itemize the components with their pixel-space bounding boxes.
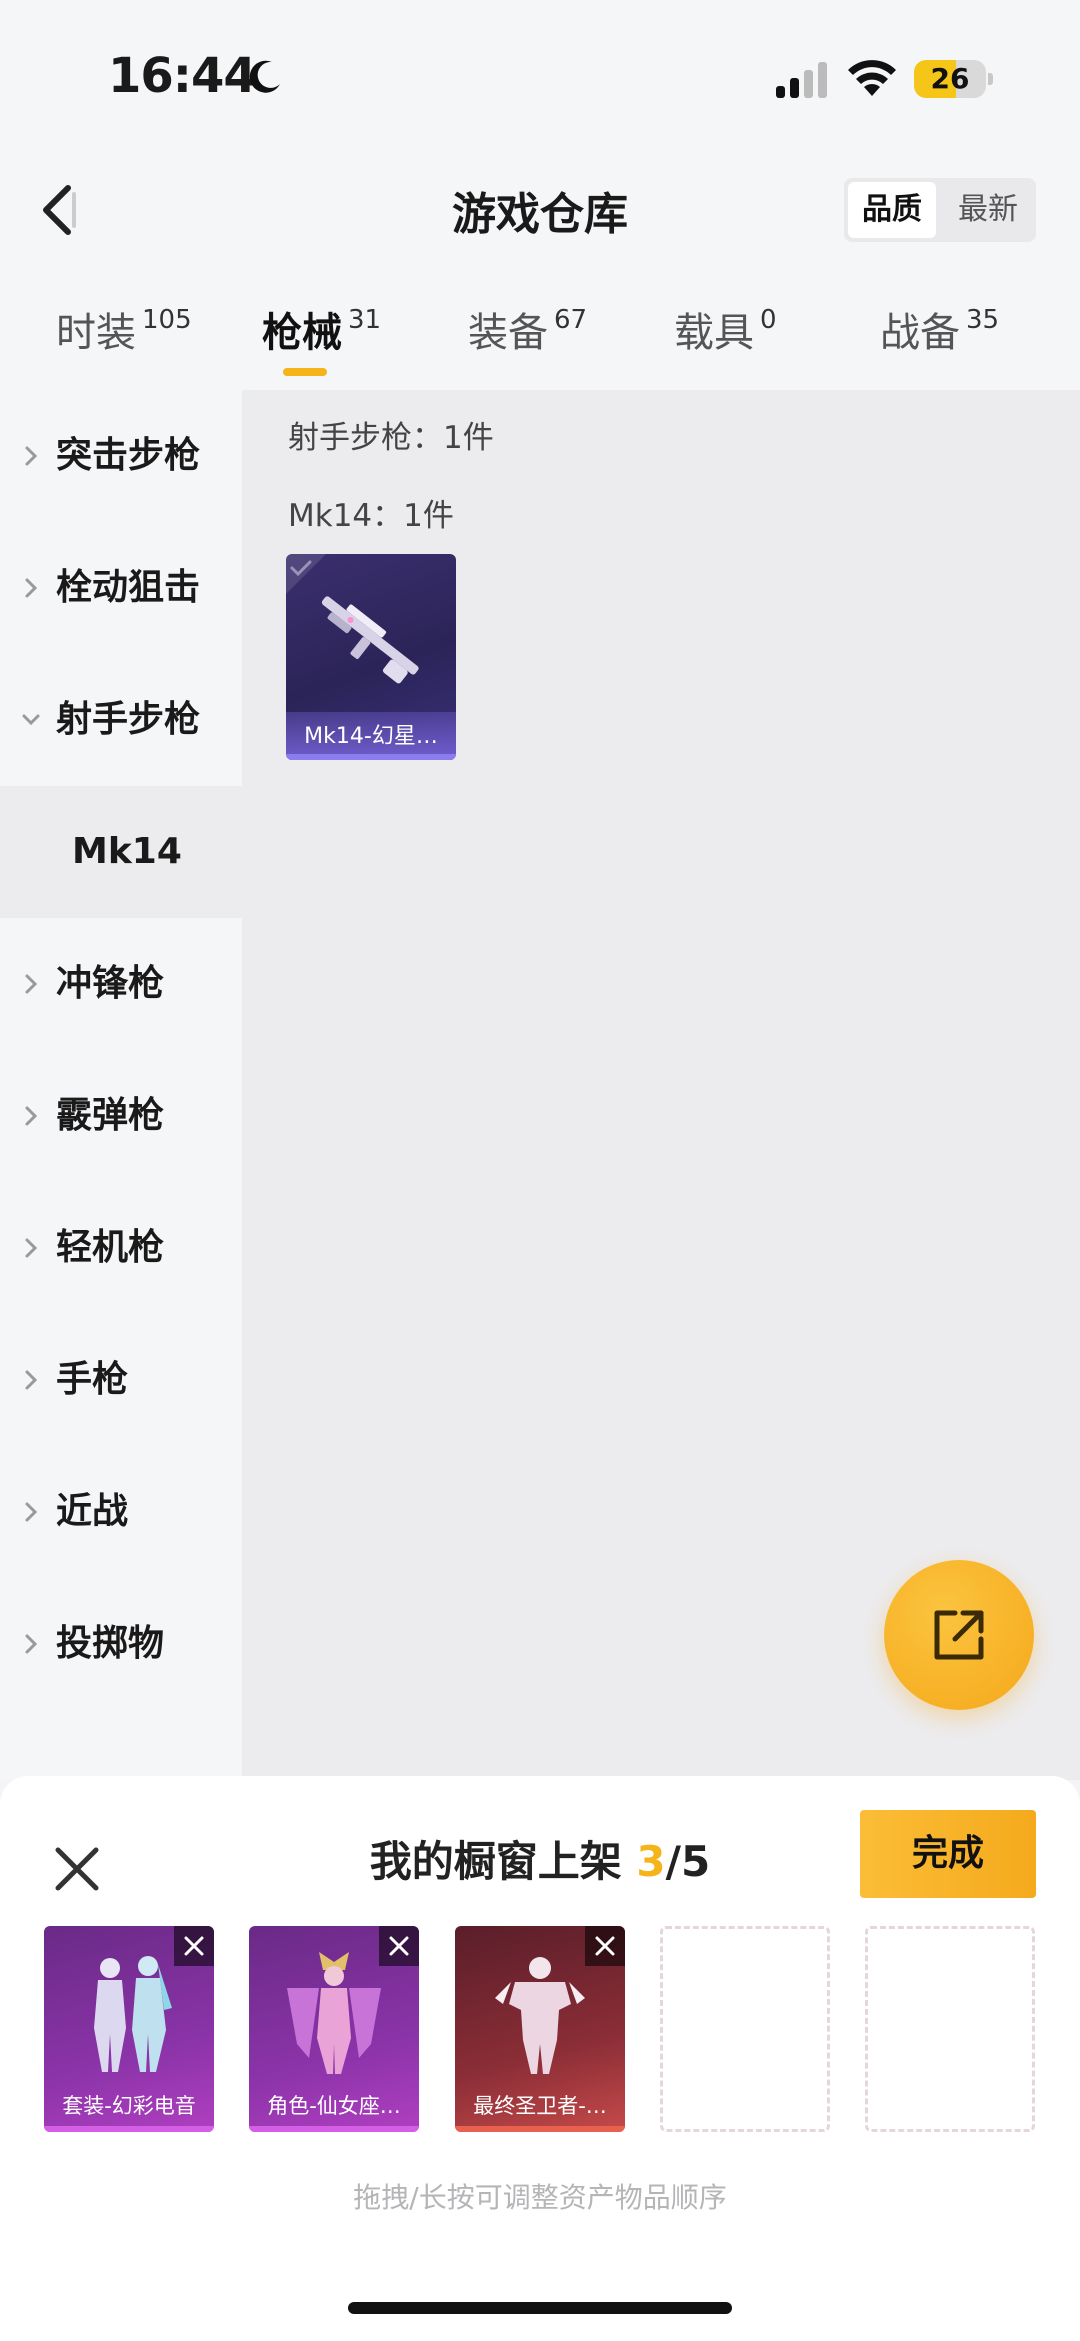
sidebar-item-label: 手枪 (56, 1359, 129, 1400)
close-icon (184, 1936, 204, 1956)
remove-slot-button[interactable] (585, 1926, 625, 1966)
sidebar-item-label: Mk14 (72, 831, 182, 872)
showcase-slot[interactable]: 套装-幻彩电音 (44, 1926, 214, 2132)
category-count-label: 射手步枪：1件 (288, 420, 494, 456)
wifi-icon (848, 60, 896, 96)
chevron-right-icon (25, 974, 38, 994)
tab-equipment[interactable]: 装备 67 (468, 300, 587, 370)
item-card[interactable]: Mk14-幻星… (286, 554, 456, 760)
reorder-hint: 拖拽/长按可调整资产物品顺序 (353, 2181, 727, 2214)
sidebar-item-assault-rifle[interactable]: 突击步枪 (0, 390, 242, 522)
armor-figure-icon (495, 1957, 585, 2074)
chevron-right-icon (25, 1634, 38, 1654)
sidebar-item-shotgun[interactable]: 霰弹枪 (0, 1050, 242, 1182)
sidebar-item-smg[interactable]: 冲锋枪 (0, 918, 242, 1050)
sidebar-item-label: 栓动狙击 (56, 567, 201, 608)
mk14-rifle-icon (321, 596, 419, 684)
battery-percent: 26 (930, 62, 970, 95)
slot-item-name: 最终圣卫者-… (473, 2094, 607, 2118)
rarity-stripe (286, 754, 456, 760)
sidebar-item-bolt-sniper[interactable]: 栓动狙击 (0, 522, 242, 654)
tab-label: 枪械 (262, 310, 342, 356)
sidebar-item-label: 轻机枪 (56, 1227, 165, 1268)
sidebar-item-label: 霰弹枪 (56, 1095, 165, 1136)
chevron-right-icon (25, 1502, 38, 1522)
share-external-icon (934, 1610, 984, 1660)
sort-option-newest[interactable]: 最新 (944, 182, 1032, 238)
showcase-slot[interactable]: 最终圣卫者-… (455, 1926, 625, 2132)
chevron-right-icon (25, 1238, 38, 1258)
tab-supplies[interactable]: 战备 35 (880, 300, 999, 370)
sort-toggle[interactable]: 品质 最新 (844, 178, 1036, 242)
close-icon (595, 1936, 615, 1956)
sidebar-item-throwables[interactable]: 投掷物 (0, 1578, 242, 1710)
header: 游戏仓库 品质 最新 (0, 140, 1080, 280)
empty-showcase-slot[interactable] (660, 1926, 830, 2132)
sidebar-item-label: 冲锋枪 (56, 963, 165, 1004)
cellular-signal-icon (776, 62, 827, 98)
category-tabs: 时装 105 枪械 31 装备 67 载具 0 战备 35 (0, 280, 1080, 390)
tab-label: 时装 (56, 310, 136, 356)
tab-count: 67 (554, 305, 588, 335)
rarity-stripe (249, 2126, 419, 2132)
tab-label: 载具 (674, 310, 754, 356)
chevron-right-icon (25, 578, 38, 598)
chevron-right-icon (25, 1370, 38, 1390)
sidebar-item-marksman-rifle[interactable]: 射手步枪 (0, 654, 242, 786)
tab-label: 装备 (468, 310, 548, 356)
empty-showcase-slot[interactable] (865, 1926, 1035, 2132)
done-button[interactable]: 完成 (860, 1810, 1036, 1898)
showcase-title-prefix: 我的橱窗上架 (369, 1837, 637, 1886)
showcase-filled-count: 3 (636, 1837, 666, 1886)
sort-option-quality[interactable]: 品质 (848, 182, 936, 238)
tab-vehicles[interactable]: 载具 0 (674, 300, 777, 370)
chevron-down-icon (22, 714, 40, 726)
slot-item-name: 套装-幻彩电音 (62, 2094, 196, 2118)
weapon-category-sidebar: 突击步枪 栓动狙击 射手步枪 Mk14 冲锋枪 霰弹枪 轻机枪 手枪 近战 投掷… (0, 390, 242, 1780)
sidebar-item-label: 射手步枪 (56, 699, 201, 740)
character-figure-icon (287, 1952, 381, 2074)
slot-item-name: 角色-仙女座… (267, 2094, 401, 2118)
tab-costume[interactable]: 时装 105 (56, 300, 192, 370)
battery-indicator: 26 (914, 60, 993, 98)
tab-count: 31 (348, 305, 382, 335)
sidebar-item-melee[interactable]: 近战 (0, 1446, 242, 1578)
tab-count: 105 (142, 305, 192, 335)
tab-firearms[interactable]: 枪械 31 (262, 300, 381, 370)
chevron-right-icon (25, 1106, 38, 1126)
remove-slot-button[interactable] (379, 1926, 419, 1966)
sidebar-item-pistol[interactable]: 手枪 (0, 1314, 242, 1446)
rarity-stripe (455, 2126, 625, 2132)
subcategory-count-label: Mk14：1件 (288, 498, 454, 534)
tab-count: 35 (966, 305, 1000, 335)
moon-icon (249, 60, 280, 93)
showcase-slot[interactable]: 角色-仙女座… (249, 1926, 419, 2132)
home-indicator (348, 2302, 732, 2314)
sidebar-subitem-mk14[interactable]: Mk14 (0, 786, 242, 918)
sidebar-item-label: 突击步枪 (56, 435, 201, 476)
outfit-figure-icon (94, 1956, 172, 2072)
share-button[interactable] (884, 1560, 1034, 1710)
rarity-stripe (44, 2126, 214, 2132)
tab-label: 战备 (880, 310, 960, 356)
status-time: 16:44 (108, 48, 257, 104)
showcase-sheet: 我的橱窗上架 3/5 完成 套装-幻彩电音 角色-仙女座… 最终圣卫者-… 拖拽… (0, 1776, 1080, 2341)
remove-slot-button[interactable] (174, 1926, 214, 1966)
close-icon (389, 1936, 409, 1956)
active-tab-indicator (283, 368, 327, 376)
sidebar-item-label: 投掷物 (56, 1623, 165, 1664)
showcase-total: /5 (665, 1837, 711, 1886)
status-bar: 16:44 26 (0, 0, 1080, 140)
item-name: Mk14-幻星… (304, 724, 438, 749)
tab-count: 0 (760, 305, 777, 335)
sidebar-item-label: 近战 (56, 1491, 129, 1532)
sidebar-item-lmg[interactable]: 轻机枪 (0, 1182, 242, 1314)
chevron-right-icon (25, 446, 38, 466)
